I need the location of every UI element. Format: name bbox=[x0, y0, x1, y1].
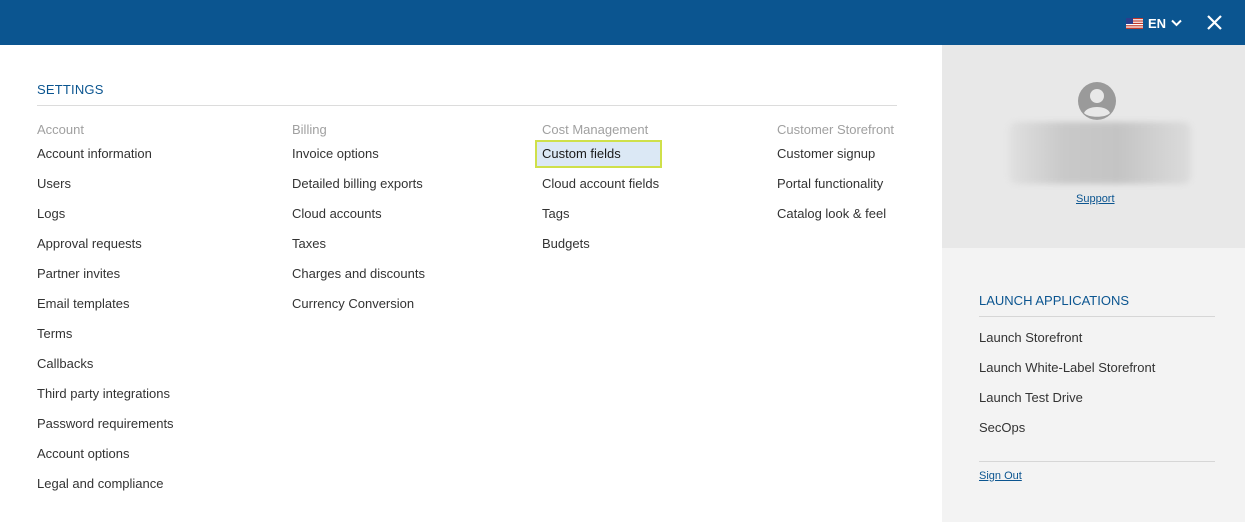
settings-item-account-information[interactable]: Account information bbox=[37, 139, 174, 169]
settings-item-taxes[interactable]: Taxes bbox=[292, 229, 425, 259]
settings-item-portal-functionality[interactable]: Portal functionality bbox=[777, 169, 894, 199]
settings-item-charges-and-discounts[interactable]: Charges and discounts bbox=[292, 259, 425, 289]
settings-item-budgets[interactable]: Budgets bbox=[542, 229, 659, 259]
settings-column-account: Account Account information Users Logs A… bbox=[37, 122, 174, 499]
user-avatar-icon bbox=[1078, 82, 1116, 120]
top-bar: EN bbox=[0, 0, 1245, 45]
launch-test-drive-link[interactable]: Launch Test Drive bbox=[979, 383, 1155, 413]
launch-divider bbox=[979, 316, 1215, 317]
settings-item-approval-requests[interactable]: Approval requests bbox=[37, 229, 174, 259]
settings-item-catalog-look-and-feel[interactable]: Catalog look & feel bbox=[777, 199, 894, 229]
settings-column-cost-management: Cost Management Custom fields Cloud acco… bbox=[535, 122, 662, 259]
column-heading: Customer Storefront bbox=[777, 122, 895, 137]
settings-list: Invoice options Detailed billing exports… bbox=[292, 139, 425, 319]
settings-item-users[interactable]: Users bbox=[37, 169, 174, 199]
launch-applications-title: LAUNCH APPLICATIONS bbox=[979, 293, 1130, 308]
settings-title: SETTINGS bbox=[37, 82, 104, 97]
settings-item-cloud-accounts[interactable]: Cloud accounts bbox=[292, 199, 425, 229]
support-link[interactable]: Support bbox=[1076, 193, 1115, 205]
settings-column-billing: Billing Invoice options Detailed billing… bbox=[292, 122, 425, 319]
settings-item-custom-fields[interactable]: Custom fields bbox=[535, 139, 662, 169]
settings-item-callbacks[interactable]: Callbacks bbox=[37, 349, 174, 379]
settings-list: Customer signup Portal functionality Cat… bbox=[777, 139, 894, 229]
settings-item-third-party-integrations[interactable]: Third party integrations bbox=[37, 379, 174, 409]
settings-item-partner-invites[interactable]: Partner invites bbox=[37, 259, 174, 289]
settings-item-tags[interactable]: Tags bbox=[542, 199, 659, 229]
settings-item-email-templates[interactable]: Email templates bbox=[37, 289, 174, 319]
settings-item-cloud-account-fields[interactable]: Cloud account fields bbox=[542, 169, 659, 199]
settings-item-logs[interactable]: Logs bbox=[37, 199, 174, 229]
settings-list: Account information Users Logs Approval … bbox=[37, 139, 174, 499]
settings-item-label: Custom fields bbox=[542, 146, 621, 161]
settings-item-legal-and-compliance[interactable]: Legal and compliance bbox=[37, 469, 174, 499]
settings-item-customer-signup[interactable]: Customer signup bbox=[777, 139, 894, 169]
secops-link[interactable]: SecOps bbox=[979, 413, 1155, 443]
settings-item-password-requirements[interactable]: Password requirements bbox=[37, 409, 174, 439]
column-heading: Account bbox=[37, 122, 84, 137]
launch-storefront-link[interactable]: Launch Storefront bbox=[979, 323, 1155, 353]
settings-item-detailed-billing-exports[interactable]: Detailed billing exports bbox=[292, 169, 425, 199]
column-heading: Billing bbox=[292, 122, 327, 137]
sign-out-link[interactable]: Sign Out bbox=[979, 470, 1022, 482]
language-selector[interactable]: EN bbox=[1126, 13, 1182, 33]
settings-item-currency-conversion[interactable]: Currency Conversion bbox=[292, 289, 425, 319]
launch-white-label-storefront-link[interactable]: Launch White-Label Storefront bbox=[979, 353, 1155, 383]
settings-list: Custom fields Cloud account fields Tags … bbox=[535, 139, 662, 259]
signout-divider bbox=[979, 461, 1215, 462]
settings-item-account-options[interactable]: Account options bbox=[37, 439, 174, 469]
close-icon[interactable] bbox=[1206, 14, 1223, 31]
redacted-user-info bbox=[1009, 122, 1191, 184]
column-heading: Cost Management bbox=[542, 122, 649, 137]
settings-column-customer-storefront: Customer Storefront Customer signup Port… bbox=[777, 122, 894, 229]
launch-list: Launch Storefront Launch White-Label Sto… bbox=[979, 323, 1155, 443]
settings-item-terms[interactable]: Terms bbox=[37, 319, 174, 349]
us-flag-icon bbox=[1126, 17, 1143, 29]
settings-item-invoice-options[interactable]: Invoice options bbox=[292, 139, 425, 169]
settings-divider bbox=[37, 105, 897, 106]
language-code: EN bbox=[1148, 15, 1167, 31]
chevron-down-icon bbox=[1171, 19, 1182, 27]
